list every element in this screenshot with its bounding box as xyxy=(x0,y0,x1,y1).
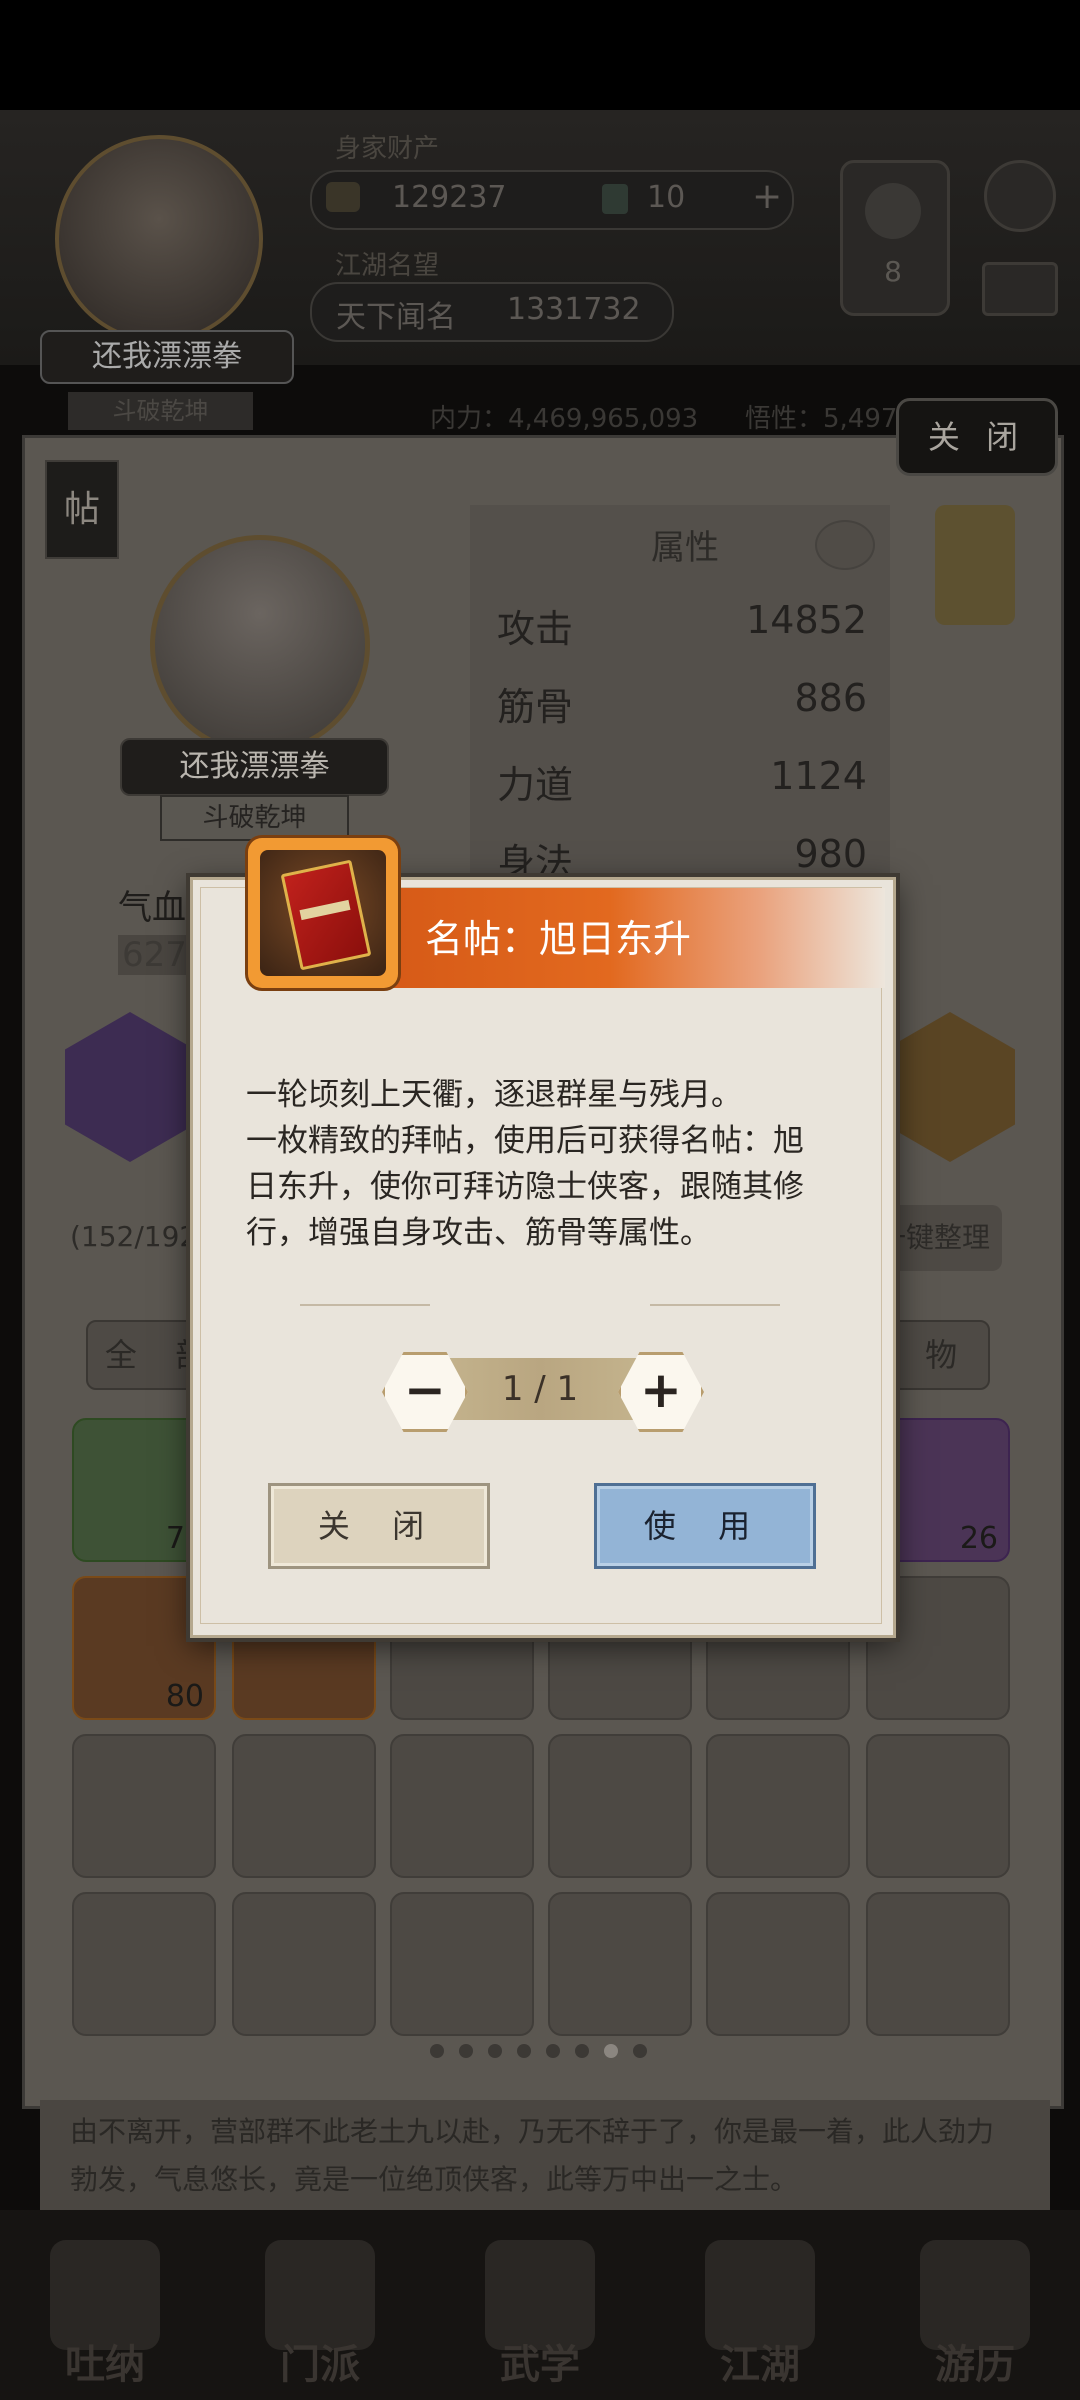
nav-wuxue[interactable]: 武学 xyxy=(465,2240,615,2390)
taiji-icon xyxy=(865,183,921,239)
player-title: 斗破乾坤 xyxy=(68,392,253,430)
bag-capacity: (152/192 xyxy=(70,1220,198,1253)
taiji-count: 8 xyxy=(884,255,902,288)
empty-slot[interactable] xyxy=(548,1892,692,2036)
empty-slot[interactable] xyxy=(866,1734,1010,1878)
nav-tuna[interactable]: 吐纳 xyxy=(30,2240,180,2390)
empty-slot[interactable] xyxy=(706,1892,850,2036)
silver-amount: 129237 xyxy=(392,180,507,215)
divider-right xyxy=(650,1304,780,1306)
nav-menpai[interactable]: 门派 xyxy=(245,2240,395,2390)
empty-slot[interactable] xyxy=(390,1892,534,2036)
mail-icon[interactable] xyxy=(982,262,1058,316)
item-poem: 一轮顷刻上天衢，逐退群星与残月。 xyxy=(246,1077,742,1113)
wealth-label: 身家财产 xyxy=(335,134,440,164)
empty-slot[interactable] xyxy=(866,1892,1010,2036)
fame-value: 1331732 xyxy=(507,292,641,327)
currency-bar: 129237 10 + xyxy=(310,170,794,230)
fame-label: 江湖名望 xyxy=(335,251,440,281)
attr-strength: 力道 1124 xyxy=(497,754,867,807)
divider-left xyxy=(300,1304,430,1306)
empty-slot[interactable] xyxy=(706,1734,850,1878)
story-text: 由不离开，营部群不此老土九以赴，乃无不辞于了，你是最一着，此人劲力勃发，气息悠长… xyxy=(40,2100,1050,2210)
eye-icon[interactable] xyxy=(815,520,875,570)
add-currency-button[interactable]: + xyxy=(752,176,782,217)
player-name: 还我漂漂拳 xyxy=(40,330,294,384)
character-portrait xyxy=(150,535,370,755)
item-description: 一轮顷刻上天衢，逐退群星与残月。 一枚精致的拜帖，使用后可获得名帖：旭日东升，使… xyxy=(246,1072,826,1256)
item-effect: 一枚精致的拜帖，使用后可获得名帖：旭日东升，使你可拜访隐士侠客，跟随其修行，增强… xyxy=(246,1123,804,1251)
jade-icon xyxy=(602,184,628,214)
hp-label: 气血 xyxy=(118,888,186,928)
jade-amount: 10 xyxy=(647,180,686,215)
nav-youli[interactable]: 游历 xyxy=(900,2240,1050,2390)
fame-rank: 天下闻名 xyxy=(336,300,456,335)
close-button[interactable]: 关 闭 xyxy=(268,1483,490,1569)
guild-emblem-icon[interactable] xyxy=(935,505,1015,625)
wuxing-stat: 悟性：5,497 xyxy=(745,404,898,434)
neili-stat: 内力：4,469,965,093 xyxy=(430,404,699,434)
fame-bar: 天下闻名 1331732 xyxy=(310,282,674,342)
empty-slot[interactable] xyxy=(390,1734,534,1878)
character-title: 斗破乾坤 xyxy=(160,795,349,841)
attr-bones: 筋骨 886 xyxy=(497,676,867,729)
visiting-card-tab[interactable]: 帖 xyxy=(45,460,119,559)
use-button[interactable]: 使 用 xyxy=(594,1483,816,1569)
taiji-button[interactable]: 8 xyxy=(840,160,950,316)
attr-attack: 攻击 14852 xyxy=(497,598,867,651)
empty-slot[interactable] xyxy=(548,1734,692,1878)
dialog-title: 名帖：旭日东升 xyxy=(425,917,692,961)
panel-close-button[interactable]: 关 闭 xyxy=(896,398,1058,476)
page-indicator xyxy=(430,2044,650,2062)
settings-gear-icon[interactable] xyxy=(984,160,1056,232)
nav-jianghu[interactable]: 江湖 xyxy=(685,2240,835,2390)
empty-slot[interactable] xyxy=(72,1892,216,2036)
player-avatar[interactable] xyxy=(55,135,263,343)
empty-slot[interactable] xyxy=(232,1892,376,2036)
silver-ingot-icon xyxy=(326,182,360,212)
hp-value: 627 xyxy=(118,935,191,975)
empty-slot[interactable] xyxy=(72,1734,216,1878)
character-name: 还我漂漂拳 xyxy=(120,738,389,796)
bottom-navigation: 吐纳 门派 武学 江湖 游历 xyxy=(0,2210,1080,2400)
status-bar xyxy=(0,0,1080,110)
empty-slot[interactable] xyxy=(232,1734,376,1878)
